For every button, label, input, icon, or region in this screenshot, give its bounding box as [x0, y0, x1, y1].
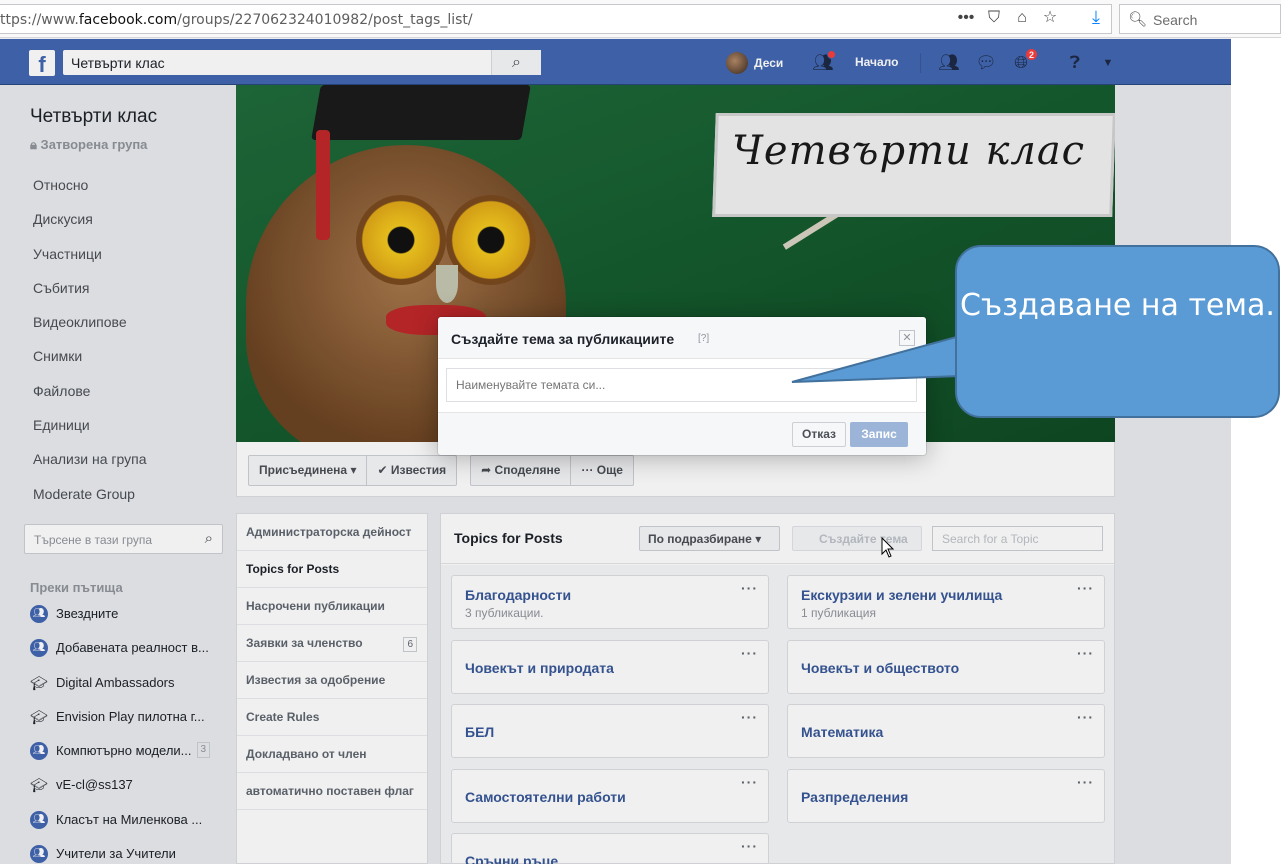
dialog-title: Създайте тема за публикациите	[451, 331, 675, 347]
browser-search-placeholder: Search	[1153, 12, 1198, 28]
search-icon: 🔍︎	[1128, 11, 1148, 28]
mouse-cursor-icon	[881, 537, 895, 558]
home-icon[interactable]: ⌂	[1011, 7, 1033, 29]
save-button[interactable]: Запис	[850, 422, 908, 447]
callout-pointer	[791, 334, 961, 383]
pocket-icon[interactable]: ⛉	[983, 7, 1005, 29]
callout-bubble	[955, 245, 1280, 418]
help-link[interactable]: [?]	[698, 333, 709, 344]
url-bar[interactable]: ttps://www.facebook.com/groups/227062324…	[0, 4, 1112, 34]
callout-text: Създаване на тема.	[960, 288, 1275, 323]
cancel-button[interactable]: Отказ	[792, 422, 846, 447]
browser-search-box[interactable]: 🔍︎ Search	[1119, 4, 1281, 34]
browser-toolbar: ttps://www.facebook.com/groups/227062324…	[0, 0, 1281, 38]
download-icon[interactable]: ⤓	[1086, 7, 1106, 29]
url-text: ttps://www.facebook.com/groups/227062324…	[0, 12, 473, 28]
page-actions-icon[interactable]: •••	[955, 7, 977, 29]
bookmark-star-icon[interactable]: ☆	[1039, 7, 1061, 29]
